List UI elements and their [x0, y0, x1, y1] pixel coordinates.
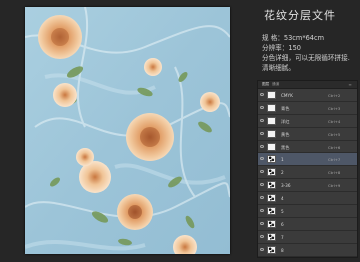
layer-row[interactable]: 7 — [258, 230, 357, 244]
clarity-note: 清晰细腻。 — [262, 64, 295, 72]
layer-name: 2 — [281, 170, 284, 176]
tab-channels[interactable]: 通道 — [272, 82, 279, 87]
layer-name: 1 — [281, 157, 284, 163]
layer-row[interactable]: 洋红 Ctrl+4 — [258, 114, 357, 128]
layer-row[interactable]: 1 Ctrl+7 — [258, 153, 357, 167]
size-info: 规 格：53cm*64cm — [262, 34, 325, 42]
eye-icon[interactable] — [260, 196, 264, 200]
layer-shortcut — [328, 221, 354, 228]
layer-shortcut: Ctrl+4 — [328, 118, 341, 124]
layer-shortcut: Ctrl+8 — [328, 170, 341, 176]
eye-icon[interactable] — [260, 144, 264, 148]
layer-thumbnail — [267, 91, 276, 99]
layer-thumbnail — [267, 142, 276, 151]
eye-icon[interactable] — [260, 247, 264, 251]
layer-thumbnail — [267, 219, 276, 228]
layer-name: 8 — [281, 247, 284, 253]
eye-icon[interactable] — [260, 105, 264, 109]
layer-shortcut — [328, 247, 354, 254]
layer-name: CMYK — [281, 93, 293, 98]
layer-thumbnail — [267, 116, 276, 125]
layer-thumbnail — [267, 232, 276, 241]
layer-thumbnail — [267, 245, 276, 254]
layer-name: 青色 — [281, 105, 290, 111]
layer-name: 4 — [281, 196, 284, 202]
layer-row[interactable]: 黄色 Ctrl+5 — [258, 127, 357, 141]
layer-shortcut: Ctrl+7 — [328, 157, 341, 163]
eye-icon[interactable] — [260, 118, 264, 122]
layer-thumbnail — [267, 155, 276, 164]
layer-name: 黑色 — [281, 144, 290, 150]
layer-name: 5 — [281, 209, 284, 215]
eye-icon[interactable] — [260, 93, 264, 96]
layer-thumbnail — [267, 103, 276, 112]
layer-shortcut: Ctrl+2 — [328, 93, 341, 98]
layer-row[interactable]: 青色 Ctrl+3 — [258, 101, 357, 115]
tab-layers[interactable]: 图层 — [262, 82, 269, 87]
layer-name: 黄色 — [281, 131, 290, 137]
resolution-info: 分辨率：150 — [262, 44, 301, 52]
layer-shortcut: Ctrl+6 — [328, 144, 341, 150]
page-title: 花纹分层文件 — [264, 9, 336, 22]
layer-shortcut: Ctrl+3 — [328, 105, 341, 111]
layer-thumbnail — [267, 194, 276, 203]
layer-shortcut: Ctrl+9 — [328, 183, 341, 189]
layer-row[interactable]: CMYK Ctrl+2 — [258, 89, 357, 102]
layer-list: CMYK Ctrl+2 青色 Ctrl+3 洋红 Ctrl+4 黄色 Ctrl+5 黑色 Ctrl… — [258, 89, 357, 257]
layer-name: 洋红 — [281, 118, 290, 124]
layer-row[interactable]: 8 — [258, 243, 357, 257]
eye-icon[interactable] — [260, 234, 264, 238]
floral-pattern-preview — [25, 7, 230, 254]
layer-row[interactable]: 2 Ctrl+8 — [258, 166, 357, 180]
layer-shortcut: Ctrl+5 — [328, 131, 341, 137]
layer-thumbnail — [267, 181, 276, 190]
eye-icon[interactable] — [260, 183, 264, 187]
panel-menu-icon[interactable]: ≡ — [346, 82, 354, 87]
layer-name: 3-36 — [281, 183, 291, 189]
layer-row[interactable]: 3-36 Ctrl+9 — [258, 179, 357, 193]
layer-thumbnail — [267, 207, 276, 216]
eye-icon[interactable] — [260, 170, 264, 174]
panel-tab-bar: 图层 通道 ≡ — [258, 81, 357, 89]
layer-shortcut — [328, 195, 354, 202]
layer-name: 7 — [281, 234, 284, 240]
layer-thumbnail — [267, 168, 276, 177]
layers-panel: 图层 通道 ≡ CMYK Ctrl+2 青色 Ctrl+3 洋红 Ctrl+4 黄色 Ctrl… — [257, 80, 358, 258]
layer-row[interactable]: 6 — [258, 217, 357, 231]
layer-row[interactable]: 黑色 Ctrl+6 — [258, 140, 357, 154]
layer-row[interactable]: 4 — [258, 192, 357, 206]
layer-shortcut — [328, 234, 354, 241]
layer-thumbnail — [267, 129, 276, 138]
eye-icon[interactable] — [260, 209, 264, 213]
eye-icon[interactable] — [260, 157, 264, 161]
eye-icon[interactable] — [260, 131, 264, 135]
detail-note: 分色详细，可以无限循环拼接. — [262, 54, 350, 62]
layer-name: 6 — [281, 221, 284, 227]
eye-icon[interactable] — [260, 221, 264, 225]
layer-row[interactable]: 5 — [258, 205, 357, 218]
layer-shortcut — [328, 208, 354, 215]
